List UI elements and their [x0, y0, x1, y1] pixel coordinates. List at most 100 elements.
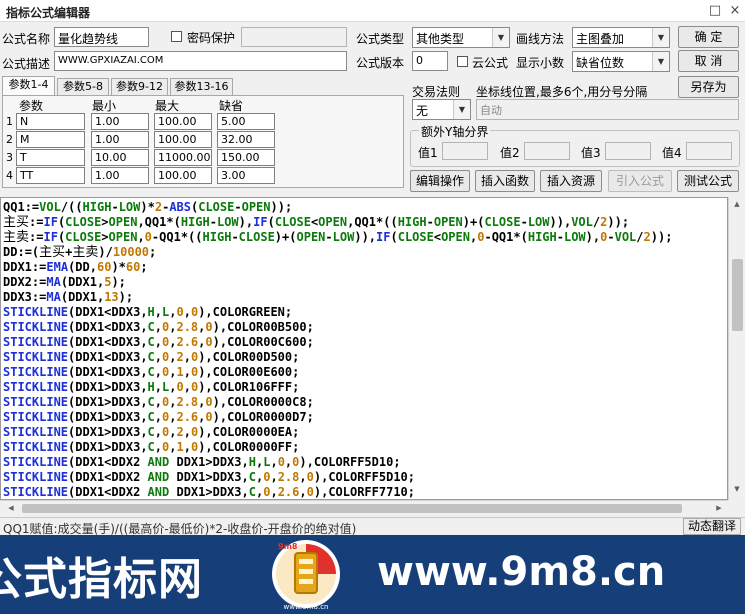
trade-rule-label: 交易法则	[412, 85, 461, 99]
password-input	[241, 27, 347, 47]
formula-type-label: 公式类型	[356, 32, 405, 46]
chevron-down-icon: ▼	[652, 52, 669, 71]
code-line: STICKLINE(DDX1<DDX3,H,L,0,0),COLORGREEN;	[3, 305, 293, 319]
formula-name-label: 公式名称	[2, 32, 51, 46]
maximize-icon[interactable]: □	[706, 2, 724, 20]
y-value-4-input[interactable]	[686, 142, 732, 160]
site-logo: www.9m8.cn 9m8	[272, 540, 340, 611]
cancel-button[interactable]: 取 消	[678, 50, 739, 72]
param-max-cell[interactable]: 100.00	[154, 131, 212, 148]
param-default-cell[interactable]: 3.00	[217, 167, 275, 184]
insert-resource-button[interactable]: 插入资源	[540, 170, 602, 192]
param-row-num: 2	[6, 133, 13, 146]
vertical-scrollbar[interactable]: ▲ ▼	[728, 197, 745, 500]
param-name-cell[interactable]: T	[16, 149, 85, 166]
code-line: QQ1:=VOL/((HIGH-LOW)*2-ABS(CLOSE-OPEN));	[3, 200, 293, 214]
param-min-cell[interactable]: 1.00	[91, 113, 149, 130]
decimal-value: 缺省位数	[576, 56, 625, 70]
code-line: STICKLINE(DDX1<DDX3,C,0,1,0),COLOR00E600…	[3, 365, 300, 379]
password-label: 密码保护	[187, 31, 236, 45]
param-name-cell[interactable]: N	[16, 113, 85, 130]
close-icon[interactable]: ×	[726, 2, 744, 20]
formula-version-input[interactable]: 0	[412, 51, 448, 71]
param-min-cell[interactable]: 1.00	[91, 167, 149, 184]
title-bar: 指标公式编辑器 □ ×	[0, 0, 745, 22]
import-formula-button[interactable]: 引入公式	[608, 170, 672, 192]
param-min-cell[interactable]: 10.00	[91, 149, 149, 166]
param-name-cell[interactable]: M	[16, 131, 85, 148]
code-line: STICKLINE(DDX1>DDX3,C,0,1,0),COLOR0000FF…	[3, 440, 300, 454]
param-max-cell[interactable]: 11000.00	[154, 149, 212, 166]
formula-version-label: 公式版本	[356, 56, 405, 70]
param-min-cell[interactable]: 1.00	[91, 131, 149, 148]
tab-params-5-8[interactable]: 参数5-8	[57, 78, 109, 96]
y-value-2-input[interactable]	[524, 142, 570, 160]
param-row-num: 4	[6, 169, 13, 182]
draw-method-label: 画线方法	[516, 32, 565, 46]
y-axis-group-title: 额外Y轴分界	[419, 123, 491, 140]
dynamic-translate-button[interactable]: 动态翻译	[682, 518, 741, 535]
code-line: STICKLINE(DDX1<DDX2 AND DDX1>DDX3,C,0,2.…	[3, 470, 416, 484]
coord-line-input[interactable]: 自动	[476, 99, 739, 120]
param-name-cell[interactable]: TT	[16, 167, 85, 184]
y-value-1-input[interactable]	[442, 142, 488, 160]
param-default-cell[interactable]: 5.00	[217, 113, 275, 130]
param-max-cell[interactable]: 100.00	[154, 167, 212, 184]
formula-type-select[interactable]: 其他类型 ▼	[412, 27, 510, 48]
tab-params-1-4[interactable]: 参数1-4	[2, 76, 55, 96]
scroll-up-icon[interactable]: ▲	[730, 200, 744, 208]
code-line: DDX3:=MA(DDX1,13);	[3, 290, 134, 304]
chevron-down-icon: ▼	[492, 28, 509, 47]
y-value-3-input[interactable]	[605, 142, 651, 160]
draw-method-value: 主图叠加	[576, 32, 625, 46]
code-line: STICKLINE(DDX1<DDX2 AND DDX1>DDX3,C,0,2.…	[3, 485, 416, 499]
scroll-right-icon[interactable]: ▶	[712, 504, 726, 512]
ok-button[interactable]: 确 定	[678, 26, 739, 48]
vertical-scroll-thumb[interactable]	[732, 259, 743, 331]
code-line: DDX1:=EMA(DD,60)*60;	[3, 260, 148, 274]
param-header-default: 缺省	[219, 99, 244, 113]
param-default-cell[interactable]: 150.00	[217, 149, 275, 166]
param-default-cell[interactable]: 32.00	[217, 131, 275, 148]
y-value-4-label: 值4	[662, 146, 682, 160]
param-max-cell[interactable]: 100.00	[154, 113, 212, 130]
status-bar: QQ1赋值:成交量(手)/((最高价-最低价)*2-收盘价-开盘价的绝对值) 动…	[0, 517, 745, 536]
code-line: STICKLINE(DDX1>DDX3,C,0,2,0),COLOR0000EA…	[3, 425, 300, 439]
scroll-left-icon[interactable]: ◀	[4, 504, 18, 512]
save-as-button[interactable]: 另存为	[678, 76, 739, 98]
param-row-num: 1	[6, 115, 13, 128]
code-line: STICKLINE(DDX1<DDX3,C,0,2,0),COLOR00D500…	[3, 350, 300, 364]
code-line: STICKLINE(DDX1<DDX3,C,0,2.8,0),COLOR00B5…	[3, 320, 314, 334]
cloud-formula-checkbox[interactable]	[457, 56, 468, 67]
horizontal-scroll-thumb[interactable]	[22, 504, 682, 513]
scroll-down-icon[interactable]: ▼	[730, 485, 744, 493]
chevron-down-icon: ▼	[652, 28, 669, 47]
draw-method-select[interactable]: 主图叠加 ▼	[572, 27, 670, 48]
code-editor[interactable]: QQ1:=VOL/((HIGH-LOW)*2-ABS(CLOSE-OPEN));…	[0, 197, 728, 500]
decimal-label: 显示小数	[516, 56, 565, 70]
tab-params-9-12[interactable]: 参数9-12	[111, 78, 168, 96]
insert-function-button[interactable]: 插入函数	[475, 170, 535, 192]
code-line: STICKLINE(DDX1>DDX3,C,0,2.8,0),COLOR0000…	[3, 395, 314, 409]
tab-params-13-16[interactable]: 参数13-16	[170, 78, 233, 96]
logo-subtext: www.9m8.cn	[284, 603, 329, 611]
test-formula-button[interactable]: 测试公式	[677, 170, 739, 192]
window-title: 指标公式编辑器	[6, 6, 91, 20]
code-line: STICKLINE(DDX1>DDX3,C,0,2.6,0),COLOR0000…	[3, 410, 314, 424]
code-line: STICKLINE(DDX1<DDX2 AND DDX1>DDX3,H,L,0,…	[3, 455, 401, 469]
code-line: DDX2:=MA(DDX1,5);	[3, 275, 126, 289]
formula-name-input[interactable]: 量化趋势线	[54, 27, 149, 47]
code-line: 主卖:=IF(CLOSE>OPEN,0-QQ1*((HIGH-CLOSE)+(O…	[3, 230, 673, 245]
password-checkbox[interactable]	[171, 31, 182, 42]
code-line: STICKLINE(DDX1<DDX3,C,0,2.6,0),COLOR00C6…	[3, 335, 314, 349]
formula-desc-label: 公式描述	[2, 57, 51, 71]
decimal-select[interactable]: 缺省位数 ▼	[572, 51, 670, 72]
y-value-2-label: 值2	[500, 146, 520, 160]
param-panel: 参数 最小 最大 缺省 1 N 1.00 100.00 5.00 2 M 1.0…	[2, 95, 404, 188]
edit-operation-button[interactable]: 编辑操作	[410, 170, 470, 192]
formula-desc-input[interactable]: WWW.GPXIAZAI.COM	[54, 51, 347, 71]
horizontal-scrollbar[interactable]: ◀ ▶	[0, 500, 728, 515]
y-value-1-label: 值1	[418, 146, 438, 160]
param-header-min: 最小	[92, 99, 117, 113]
trade-rule-select[interactable]: 无 ▼	[412, 99, 471, 120]
